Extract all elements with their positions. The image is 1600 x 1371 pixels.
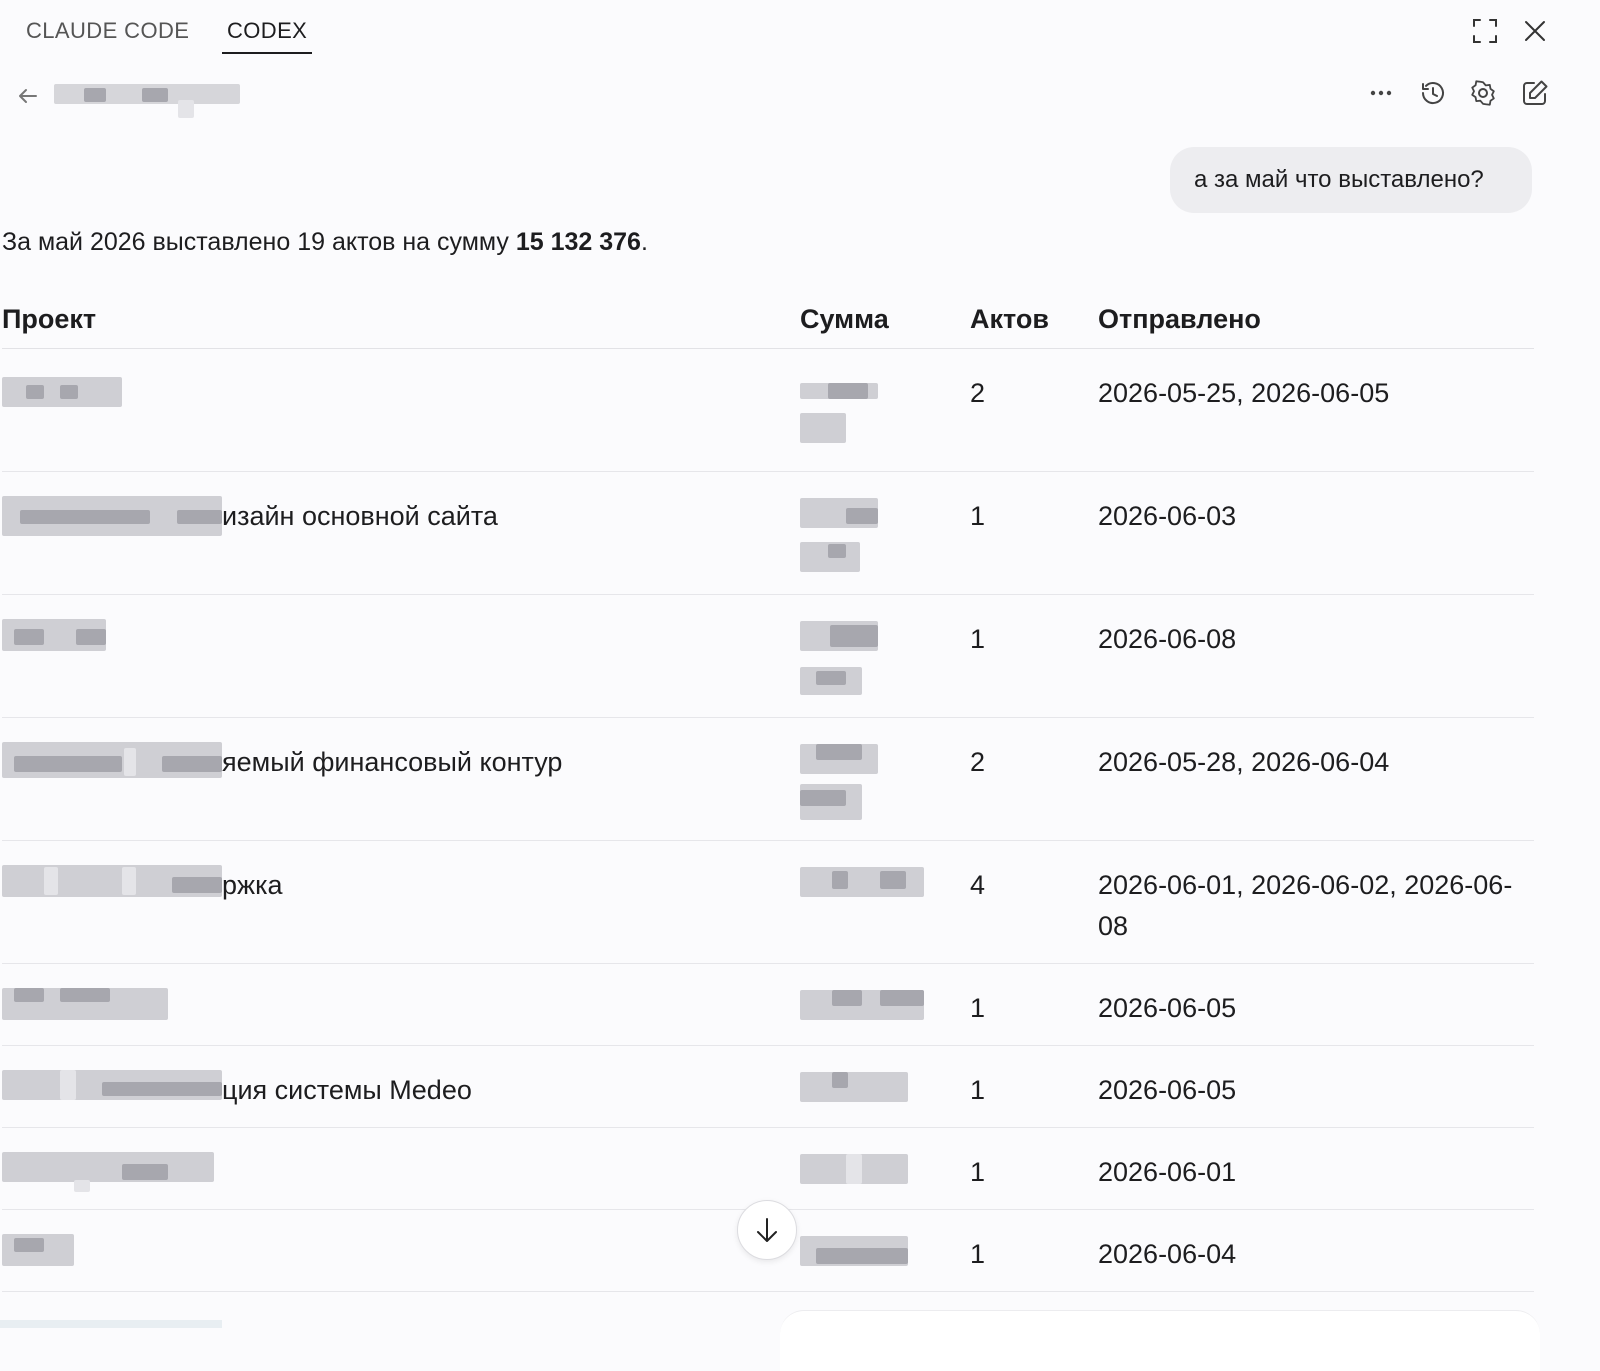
expand-icon[interactable]: [1470, 16, 1500, 46]
table-row: ция системы Medeo 1 2026-06-05: [2, 1045, 1534, 1128]
count-cell: 1: [970, 1209, 1098, 1292]
scroll-to-bottom-button[interactable]: [737, 1200, 797, 1260]
redacted-sum: [800, 1072, 970, 1112]
project-cell: ция системы Medeo: [2, 1045, 800, 1128]
redacted-project-name: [2, 742, 222, 783]
redacted-project-name: [2, 865, 222, 906]
table-row: изайн основной сайта 1 2026-06-03: [2, 471, 1534, 595]
summary-suffix: .: [640, 228, 648, 256]
project-cell: [2, 1209, 800, 1292]
tab-claude-code[interactable]: CLAUDE CODE: [26, 18, 189, 52]
project-cell: [2, 1127, 800, 1210]
user-message-bubble: а за май что выставлено?: [1170, 147, 1532, 213]
redacted-sum: [800, 1236, 970, 1276]
count-cell: 1: [970, 471, 1098, 595]
header-sent: Отправлено: [1098, 290, 1534, 349]
settings-icon[interactable]: [1468, 78, 1498, 108]
redacted-project-name: [2, 1152, 222, 1193]
summary-amount: 15 132 376: [515, 228, 641, 256]
redacted-sum: [800, 498, 970, 578]
sum-cell: [800, 1127, 970, 1210]
redacted-project-name: [2, 1234, 222, 1275]
project-name: ция системы Medeo: [222, 1075, 472, 1105]
sum-cell: [800, 471, 970, 595]
project-cell: [2, 963, 800, 1046]
redacted-sum: [800, 375, 970, 455]
table-row: яемый финансовый контур 2 2026-05-28, 20…: [2, 717, 1534, 841]
redacted-sum: [800, 990, 970, 1030]
sum-cell: [800, 717, 970, 841]
redacted-sum: [800, 621, 970, 701]
summary-prefix: За май 2026 выставлено 19 актов на сумму: [2, 228, 516, 256]
composer-edge: [780, 1310, 1540, 1371]
redacted-project-name: [2, 496, 222, 537]
project-name: изайн основной сайта: [222, 501, 498, 531]
count-cell: 1: [970, 1045, 1098, 1128]
acts-table: Проект Сумма Актов Отправлено 2 2026-05-…: [2, 290, 1534, 1292]
table-row: 1 2026-06-05: [2, 963, 1534, 1046]
header-project: Проект: [2, 290, 800, 349]
chat-header: [0, 70, 1600, 120]
header-count: Актов: [970, 290, 1098, 349]
sum-cell: [800, 348, 970, 472]
redacted-project-name: [2, 1070, 222, 1111]
table-row: ржка 4 2026-06-01, 2026-06-02, 2026-06-0…: [2, 840, 1534, 964]
count-cell: 4: [970, 840, 1098, 964]
sum-cell: [800, 840, 970, 964]
tab-codex[interactable]: CODEX: [222, 18, 313, 54]
sent-cell: 2026-06-01: [1098, 1127, 1534, 1210]
chat-title-redacted[interactable]: [54, 72, 242, 120]
table-row: 2 2026-05-25, 2026-06-05: [2, 348, 1534, 472]
sum-cell: [800, 1045, 970, 1128]
next-row-hint: [0, 1320, 222, 1328]
redacted-sum: [800, 1154, 970, 1194]
sent-cell: 2026-06-03: [1098, 471, 1534, 595]
sent-cell: 2026-06-05: [1098, 1045, 1534, 1128]
project-cell: [2, 348, 800, 472]
sent-cell: 2026-06-05: [1098, 963, 1534, 1046]
count-cell: 2: [970, 717, 1098, 841]
sum-cell: [800, 963, 970, 1046]
close-icon[interactable]: [1520, 16, 1550, 46]
redacted-project-name: [2, 988, 222, 1029]
sum-cell: [800, 1209, 970, 1292]
more-icon[interactable]: [1366, 78, 1396, 108]
sent-cell: 2026-05-25, 2026-06-05: [1098, 348, 1534, 472]
sum-cell: [800, 594, 970, 718]
sent-cell: 2026-06-04: [1098, 1209, 1534, 1292]
table-row: 1 2026-06-01: [2, 1127, 1534, 1210]
project-cell: [2, 594, 800, 718]
redacted-sum: [800, 867, 970, 947]
panel-tab-bar: CLAUDE CODE CODEX: [0, 0, 1600, 62]
header-sum: Сумма: [800, 290, 970, 349]
sent-cell: 2026-05-28, 2026-06-04: [1098, 717, 1534, 841]
sent-cell: 2026-06-08: [1098, 594, 1534, 718]
table-row: 1 2026-06-08: [2, 594, 1534, 718]
count-cell: 2: [970, 348, 1098, 472]
table-header-row: Проект Сумма Актов Отправлено: [2, 290, 1534, 349]
project-name: ржка: [222, 870, 283, 900]
sent-cell: 2026-06-01, 2026-06-02, 2026-06-08: [1098, 840, 1534, 964]
arrow-down-icon: [757, 1218, 777, 1242]
project-cell: яемый финансовый контур: [2, 717, 800, 841]
redacted-sum: [800, 744, 970, 824]
count-cell: 1: [970, 594, 1098, 718]
redacted-project-name: [2, 373, 222, 414]
project-cell: ржка: [2, 840, 800, 964]
count-cell: 1: [970, 963, 1098, 1046]
project-cell: изайн основной сайта: [2, 471, 800, 595]
redacted-project-name: [2, 619, 222, 660]
new-chat-icon[interactable]: [1520, 78, 1550, 108]
back-arrow-icon[interactable]: [14, 82, 42, 110]
count-cell: 1: [970, 1127, 1098, 1210]
history-icon[interactable]: [1418, 78, 1448, 108]
project-name: яемый финансовый контур: [222, 747, 563, 777]
assistant-summary: За май 2026 выставлено 19 актов на сумму…: [2, 228, 648, 257]
